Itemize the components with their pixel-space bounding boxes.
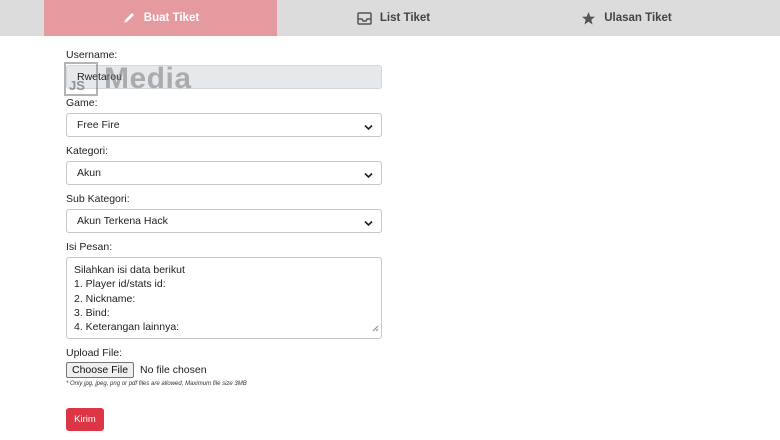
subkategori-value: Akun Terkena Hack [77, 215, 168, 227]
pencil-icon [122, 11, 136, 25]
kategori-select[interactable]: Akun [66, 161, 382, 185]
tab-label: Ulasan Tiket [604, 12, 672, 24]
tab-bar: Buat Tiket List Tiket Ulasan Tiket [0, 0, 780, 36]
username-value: Rwetarou [77, 71, 122, 83]
game-label: Game: [66, 97, 98, 109]
chevron-down-icon [364, 218, 373, 230]
tab-label: List Tiket [379, 12, 431, 24]
username-label: Username: [66, 49, 118, 61]
inbox-icon [357, 11, 372, 25]
pesan-textarea[interactable]: Silahkan isi data berikut 1. Player id/s… [66, 257, 382, 339]
username-field: Rwetarou [66, 65, 382, 89]
chevron-down-icon [364, 170, 373, 182]
pesan-line: 4. Keterangan lainnya: [74, 321, 180, 334]
upload-note: * Only jpg, jpeg, png or pdf files are a… [66, 381, 247, 387]
pesan-line: Silahkan isi data berikut [74, 264, 185, 276]
tab-label: Buat Tiket [143, 12, 200, 24]
submit-button[interactable]: Kirim [66, 408, 104, 431]
file-upload: Choose File No file chosen [66, 362, 207, 378]
kategori-label: Kategori: [66, 145, 109, 157]
tab-list-tiket[interactable]: List Tiket [277, 0, 510, 36]
tab-buat-tiket[interactable]: Buat Tiket [44, 0, 277, 36]
file-status: No file chosen [140, 364, 207, 376]
star-icon [581, 11, 596, 26]
game-select[interactable]: Free Fire [66, 113, 382, 137]
pesan-line: 1. Player id/stats id: [74, 278, 166, 291]
upload-label: Upload File: [66, 347, 123, 359]
pesan-line: 2. Nickname: [74, 292, 136, 305]
choose-file-button[interactable]: Choose File [66, 362, 135, 378]
game-value: Free Fire [77, 119, 120, 131]
subkategori-select[interactable]: Akun Terkena Hack [66, 209, 382, 233]
kategori-value: Akun [77, 167, 101, 179]
pesan-line: 3. Bind: [74, 306, 110, 319]
subkategori-label: Sub Kategori: [66, 193, 130, 205]
pesan-label: Isi Pesan: [66, 241, 113, 253]
tab-ulasan-tiket[interactable]: Ulasan Tiket [510, 0, 743, 36]
chevron-down-icon [364, 122, 373, 134]
resize-grip-icon[interactable] [372, 322, 379, 336]
